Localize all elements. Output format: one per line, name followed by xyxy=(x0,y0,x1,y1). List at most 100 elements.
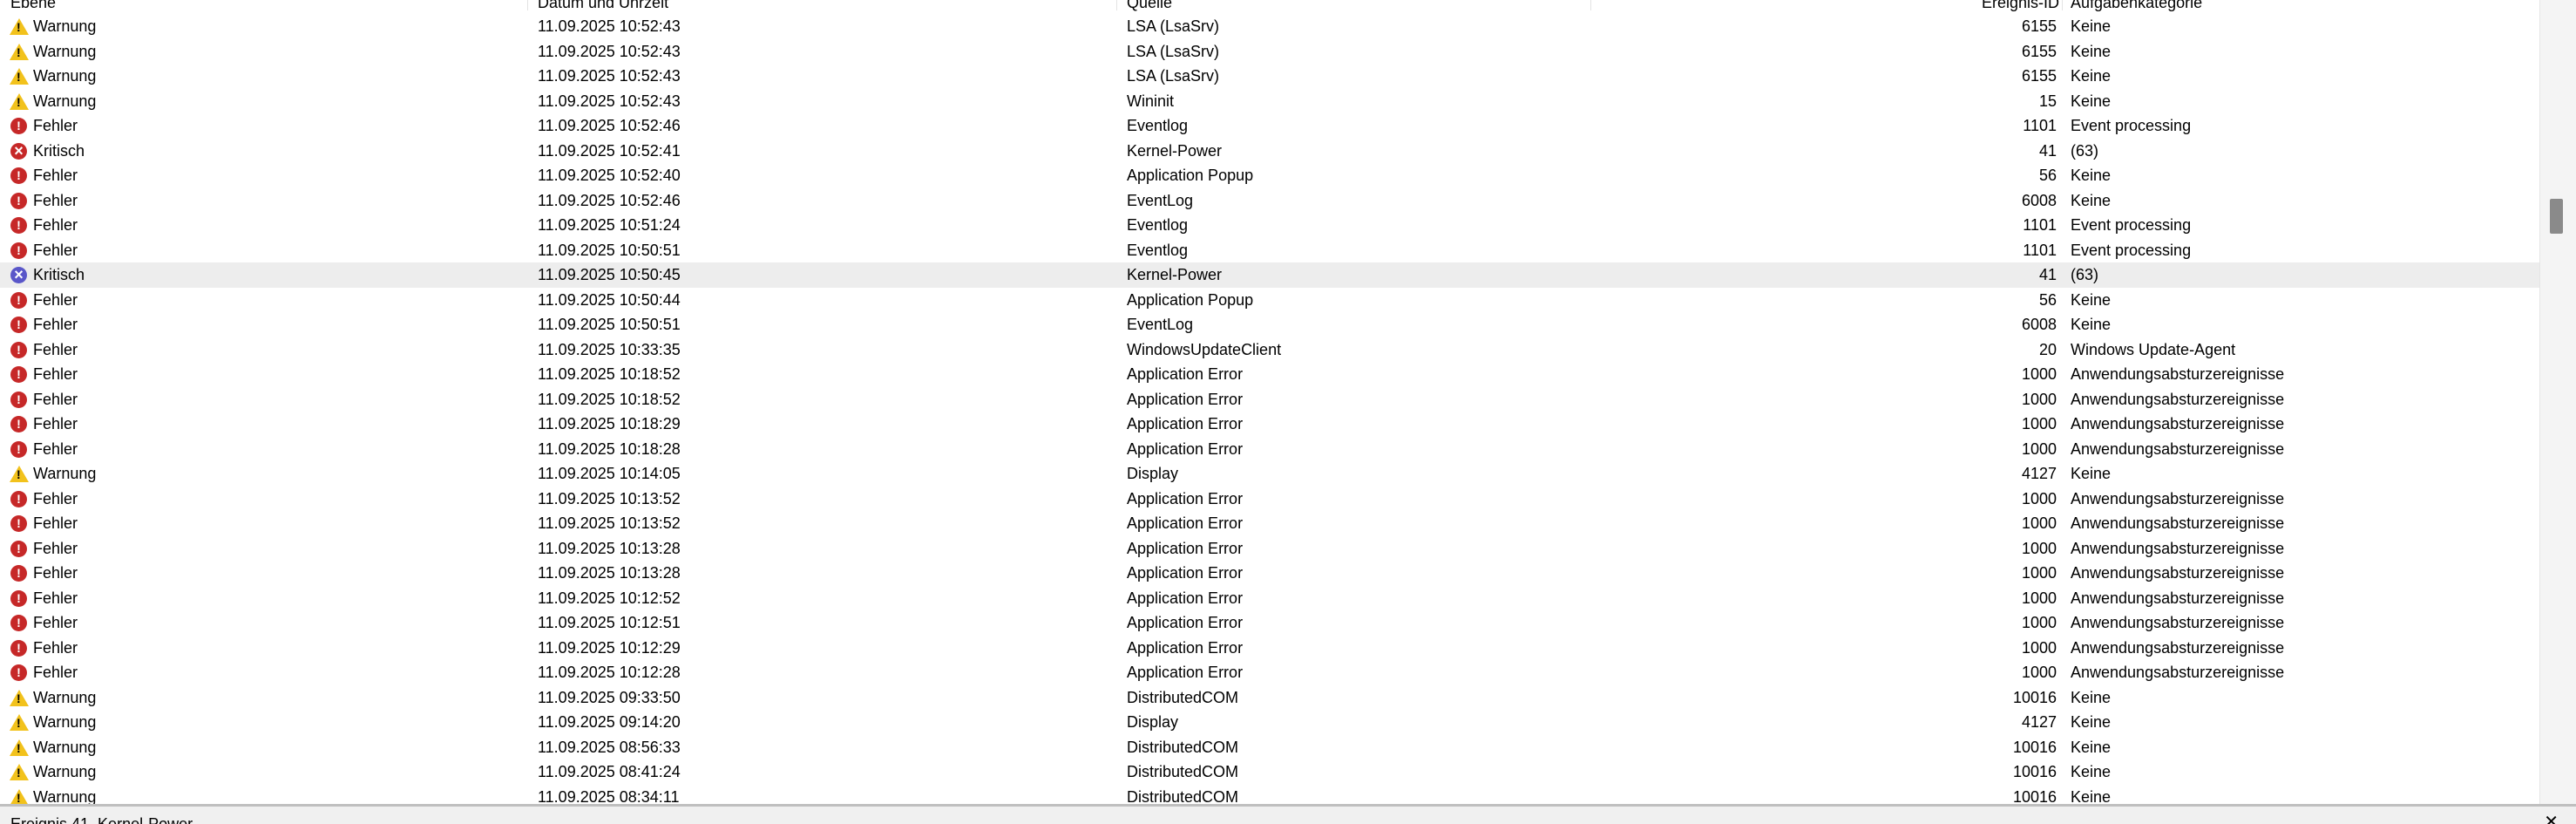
error-icon xyxy=(10,366,27,383)
cell-date: 11.09.2025 10:12:29 xyxy=(538,638,681,657)
table-row[interactable]: Fehler 11.09.2025 10:52:46 Eventlog 1101 Eve… xyxy=(0,113,2539,139)
cell-date: 11.09.2025 10:50:51 xyxy=(538,316,681,333)
cell-event-id: 4127 xyxy=(2021,465,2057,482)
table-row[interactable]: Fehler 11.09.2025 10:52:40 Application Pop… xyxy=(0,163,2539,188)
table-row[interactable]: Fehler 11.09.2025 10:12:52 Application Err… xyxy=(0,586,2539,611)
cell-category: Windows Update-Agent xyxy=(2071,340,2236,358)
cell-category: Anwendungsabsturzereignisse xyxy=(2071,664,2285,681)
event-details-panel: Ereignis 41, Kernel-Power ✕ xyxy=(0,807,2576,824)
table-row[interactable]: Fehler 11.09.2025 10:12:28 Application Err… xyxy=(0,660,2539,685)
cell-category: Anwendungsabsturzereignisse xyxy=(2071,638,2285,657)
column-header-event-id[interactable]: Ereignis-ID xyxy=(1982,0,2059,12)
vertical-scrollbar[interactable] xyxy=(2539,0,2576,804)
table-row[interactable]: Kritisch 11.09.2025 10:50:45 Kernel-Power 4… xyxy=(0,262,2539,288)
cell-date: 11.09.2025 10:18:52 xyxy=(538,365,681,383)
column-divider[interactable] xyxy=(1116,0,1117,10)
table-row[interactable]: Fehler 11.09.2025 10:18:28 Application Err… xyxy=(0,437,2539,462)
warning-icon xyxy=(10,714,29,731)
cell-date: 11.09.2025 08:56:33 xyxy=(538,738,681,756)
table-row[interactable]: Warnung 11.09.2025 08:34:11 DistributedCOM… xyxy=(0,785,2539,805)
table-row[interactable]: Fehler 11.09.2025 10:50:51 EventLog 6008 Kei… xyxy=(0,312,2539,337)
table-row[interactable]: Warnung 11.09.2025 09:33:50 DistributedCOM… xyxy=(0,685,2539,711)
table-row[interactable]: Fehler 11.09.2025 10:13:52 Application Err… xyxy=(0,511,2539,536)
scrollbar-thumb[interactable] xyxy=(2550,199,2563,234)
table-row[interactable]: Fehler 11.09.2025 10:50:44 Application Pop… xyxy=(0,288,2539,313)
error-icon xyxy=(10,118,27,134)
column-divider[interactable] xyxy=(2062,0,2063,10)
cell-category: Keine xyxy=(2071,763,2112,780)
cell-event-id: 1000 xyxy=(2021,365,2057,383)
cell-level: Fehler xyxy=(33,564,78,582)
error-icon xyxy=(10,317,27,333)
error-icon xyxy=(10,540,27,557)
cell-level: Warnung xyxy=(33,17,97,35)
table-row[interactable]: Warnung 11.09.2025 08:56:33 DistributedCOM… xyxy=(0,735,2539,760)
cell-source: Application Popup xyxy=(1127,167,1254,184)
critical-icon xyxy=(10,142,27,160)
cell-source: DistributedCOM xyxy=(1127,787,1239,805)
cell-category: Keine xyxy=(2071,465,2112,482)
cell-source: Application Error xyxy=(1127,564,1244,582)
cell-date: 11.09.2025 10:12:51 xyxy=(538,614,681,631)
cell-date: 11.09.2025 10:13:52 xyxy=(538,489,681,507)
table-row[interactable]: Warnung 11.09.2025 10:52:43 LSA (LsaSrv) 61… xyxy=(0,64,2539,89)
table-row[interactable]: Fehler 11.09.2025 10:18:52 Application Err… xyxy=(0,362,2539,387)
cell-date: 11.09.2025 10:52:43 xyxy=(538,42,681,60)
cell-level: Fehler xyxy=(33,340,78,358)
cell-source: Eventlog xyxy=(1127,216,1189,234)
error-icon xyxy=(10,242,27,259)
table-row[interactable]: Warnung 11.09.2025 09:14:20 Display 4127 Kei… xyxy=(0,710,2539,735)
cell-source: Kernel-Power xyxy=(1127,266,1223,283)
column-header-category[interactable]: Aufgabenkategorie xyxy=(2071,0,2202,12)
table-row[interactable]: Warnung 11.09.2025 08:41:24 DistributedCOM… xyxy=(0,759,2539,785)
table-row[interactable]: Warnung 11.09.2025 10:52:43 LSA (LsaSrv) 61… xyxy=(0,39,2539,65)
table-row[interactable]: Warnung 11.09.2025 10:14:05 Display 4127 Kei… xyxy=(0,461,2539,487)
column-header-level[interactable]: Ebene xyxy=(10,0,56,12)
table-row[interactable]: Fehler 11.09.2025 10:13:28 Application Err… xyxy=(0,536,2539,562)
cell-level: Warnung xyxy=(33,688,97,706)
table-row[interactable]: Warnung 11.09.2025 10:52:43 Wininit 15 Keine xyxy=(0,89,2539,114)
cell-category: Keine xyxy=(2071,167,2112,184)
cell-level: Warnung xyxy=(33,42,97,60)
table-row[interactable]: Fehler 11.09.2025 10:12:29 Application Err… xyxy=(0,636,2539,661)
table-row[interactable]: Fehler 11.09.2025 10:13:52 Application Err… xyxy=(0,487,2539,512)
cell-date: 11.09.2025 10:52:46 xyxy=(538,117,681,134)
table-row[interactable]: Fehler 11.09.2025 10:51:24 Eventlog 1101 Eve… xyxy=(0,213,2539,238)
cell-event-id: 6008 xyxy=(2021,191,2057,209)
cell-event-id: 1000 xyxy=(2021,638,2057,657)
table-row[interactable]: Fehler 11.09.2025 10:33:35 WindowsUpdateCl… xyxy=(0,337,2539,363)
column-divider[interactable] xyxy=(527,0,528,10)
error-icon xyxy=(10,167,27,184)
table-row[interactable]: Warnung 11.09.2025 10:52:43 LSA (LsaSrv) 61… xyxy=(0,14,2539,39)
column-header-source[interactable]: Quelle xyxy=(1127,0,1172,12)
error-icon xyxy=(10,416,27,432)
cell-category: Event processing xyxy=(2071,117,2192,134)
cell-date: 11.09.2025 10:12:52 xyxy=(538,589,681,607)
table-row[interactable]: Fehler 11.09.2025 10:18:29 Application Err… xyxy=(0,412,2539,437)
table-row[interactable]: Fehler 11.09.2025 10:13:28 Application Err… xyxy=(0,561,2539,586)
warning-icon xyxy=(10,68,29,85)
cell-level: Warnung xyxy=(33,465,97,482)
cell-source: Application Error xyxy=(1127,514,1244,532)
error-icon xyxy=(10,515,27,532)
cell-level: Fehler xyxy=(33,365,78,383)
table-row[interactable]: Fehler 11.09.2025 10:12:51 Application Err… xyxy=(0,610,2539,636)
table-row[interactable]: Fehler 11.09.2025 10:18:52 Application Err… xyxy=(0,387,2539,412)
cell-event-id: 1000 xyxy=(2021,614,2057,631)
table-row[interactable]: Kritisch 11.09.2025 10:52:41 Kernel-Power 4… xyxy=(0,139,2539,164)
column-divider[interactable] xyxy=(1590,0,1591,10)
cell-source: DistributedCOM xyxy=(1127,763,1239,780)
cell-category: Anwendungsabsturzereignisse xyxy=(2071,415,2285,432)
warning-icon xyxy=(10,689,29,706)
close-icon[interactable]: ✕ xyxy=(2544,814,2559,824)
cell-category: Keine xyxy=(2071,316,2112,333)
table-row[interactable]: Fehler 11.09.2025 10:52:46 EventLog 6008 Kei… xyxy=(0,188,2539,214)
cell-date: 11.09.2025 10:18:52 xyxy=(538,390,681,408)
cell-event-id: 15 xyxy=(2038,92,2057,110)
table-row[interactable]: Fehler 11.09.2025 10:50:51 Eventlog 1101 Eve… xyxy=(0,238,2539,263)
event-list: Ebene Datum und Uhrzeit Quelle Ereignis-… xyxy=(0,0,2539,804)
cell-level: Warnung xyxy=(33,738,97,756)
cell-date: 11.09.2025 10:52:43 xyxy=(538,67,681,85)
column-header-date[interactable]: Datum und Uhrzeit xyxy=(538,0,668,12)
cell-source: DistributedCOM xyxy=(1127,738,1239,756)
